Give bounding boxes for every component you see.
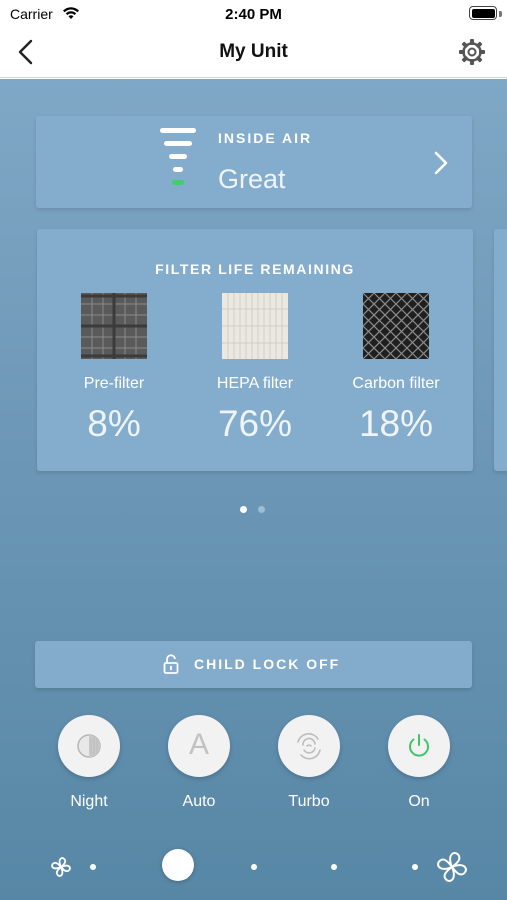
auto-mode-label: Auto <box>182 793 216 810</box>
night-mode-icon <box>77 734 101 758</box>
page-dot-1[interactable] <box>240 506 247 513</box>
child-lock-label: CHILD LOCK OFF <box>194 656 341 672</box>
page-dot-2[interactable] <box>258 506 265 513</box>
nav-bar: My Unit <box>0 28 507 78</box>
fan-small-icon[interactable] <box>48 854 74 880</box>
filter-life-card[interactable]: FILTER LIFE REMAINING Pre-filter 8% HEPA… <box>37 229 485 471</box>
inside-air-card[interactable]: INSIDE AIR Great <box>36 116 472 208</box>
fan-speed-step-5[interactable] <box>412 864 418 870</box>
next-card-peek[interactable] <box>494 229 507 471</box>
prefilter-name: Pre-filter <box>83 375 145 392</box>
hepa-filter-image <box>222 293 288 359</box>
chevron-right-icon <box>434 151 448 175</box>
letter-a-icon: A <box>188 728 209 761</box>
power-icon <box>409 734 429 757</box>
fan-speed-step-1[interactable] <box>90 864 96 870</box>
turbo-mode-button[interactable]: Turbo <box>264 715 354 811</box>
night-mode-label: Night <box>70 793 108 810</box>
page-title: My Unit <box>219 41 288 62</box>
night-mode-button[interactable]: Night <box>44 715 134 811</box>
carbon-filter-image <box>296 292 485 360</box>
main-content: INSIDE AIR Great FILTER LIFE REMAINING P… <box>0 79 507 900</box>
fan-speed-slider[interactable] <box>0 843 507 893</box>
unlocked-padlock-icon <box>163 654 179 674</box>
fan-speed-thumb[interactable] <box>162 849 194 881</box>
status-time: 2:40 PM <box>225 6 282 23</box>
fan-speed-step-3[interactable] <box>251 864 257 870</box>
carbon-filter-percent: 18% <box>358 403 434 444</box>
air-level-indicator <box>172 180 184 185</box>
power-circle[interactable] <box>388 715 450 777</box>
power-label: On <box>408 793 430 810</box>
turbo-mode-circle[interactable] <box>278 715 340 777</box>
auto-mode-circle[interactable]: A <box>168 715 230 777</box>
inside-air-label: INSIDE AIR <box>218 130 313 146</box>
fan-speed-step-4[interactable] <box>331 864 337 870</box>
battery-nub <box>499 11 502 17</box>
hepa-filter-percent: 76% <box>217 403 293 444</box>
inside-air-value: Great <box>218 164 286 194</box>
hepa-filter-item: HEPA filter 76% <box>185 293 325 445</box>
status-bar: Carrier 2:40 PM <box>0 0 507 28</box>
night-mode-circle[interactable] <box>58 715 120 777</box>
turbo-swirl-icon <box>297 733 321 760</box>
child-lock-button[interactable]: CHILD LOCK OFF <box>35 641 472 688</box>
carbon-filter-name: Carbon filter <box>352 375 440 392</box>
power-button[interactable]: On <box>374 715 464 811</box>
prefilter-percent: 8% <box>87 403 141 444</box>
carbon-filter-item: Carbon filter 18% <box>296 292 485 445</box>
hepa-filter-name: HEPA filter <box>216 375 294 392</box>
filter-life-title: FILTER LIFE REMAINING <box>155 261 355 277</box>
prefilter-image <box>81 293 147 359</box>
turbo-mode-label: Turbo <box>288 793 330 810</box>
battery-icon <box>469 6 497 20</box>
air-quality-bars-icon <box>160 128 200 198</box>
gear-icon[interactable] <box>457 37 487 67</box>
auto-mode-button[interactable]: A Auto <box>154 715 244 811</box>
prefilter-item: Pre-filter 8% <box>44 293 184 445</box>
fan-large-icon[interactable] <box>433 848 471 886</box>
